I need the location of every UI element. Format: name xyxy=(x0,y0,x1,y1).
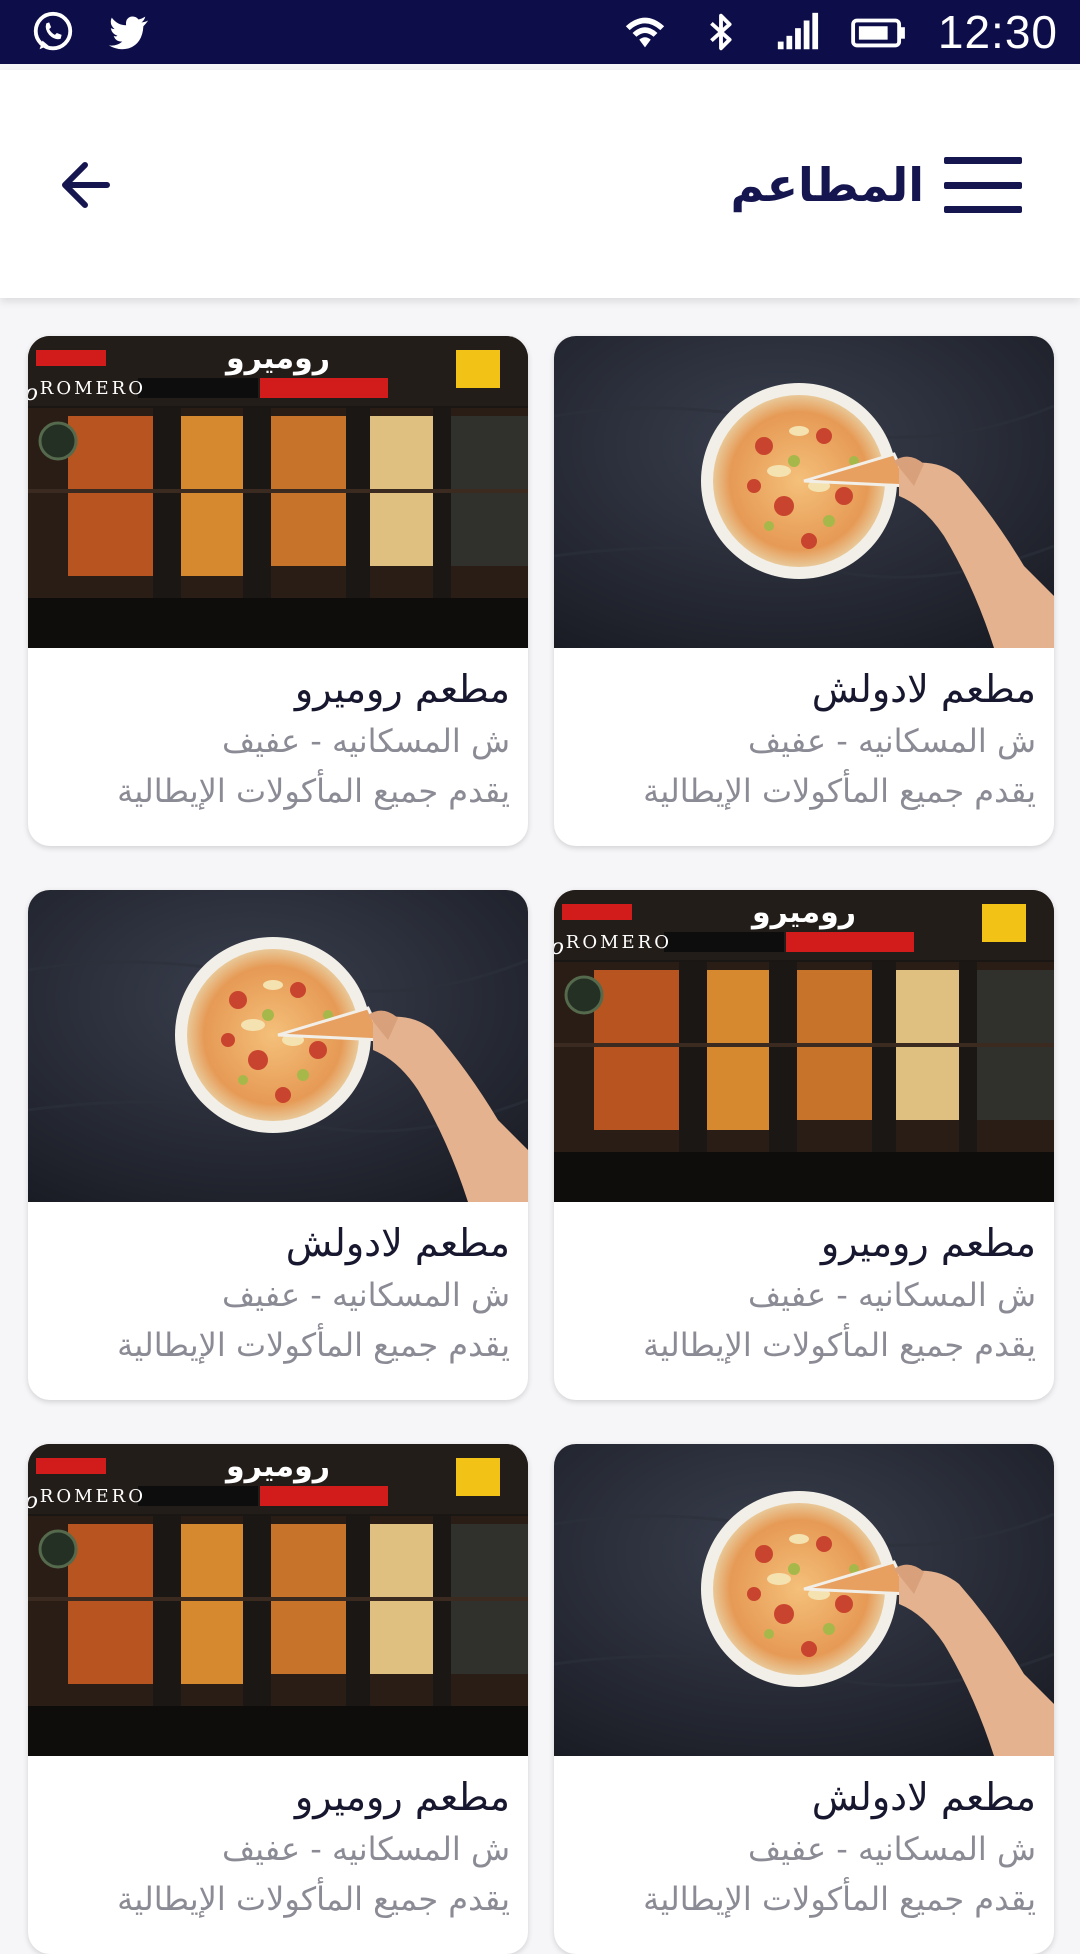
battery-icon xyxy=(851,18,905,48)
restaurant-image xyxy=(28,336,528,648)
restaurant-image xyxy=(28,890,528,1202)
arrow-left-icon xyxy=(62,162,110,208)
restaurant-name: مطعم روميرو xyxy=(294,1775,510,1819)
wifi-icon xyxy=(625,17,665,48)
restaurant-name: مطعم لادولش xyxy=(285,1221,510,1265)
restaurant-name: مطعم روميرو xyxy=(294,667,510,711)
restaurant-description: يقدم جميع المأكولات الإيطالية xyxy=(643,772,1036,810)
restaurant-address: ش المسكانيه - عفيف xyxy=(221,722,510,760)
restaurant-card[interactable]: مطعم روميرو ش المسكانيه - عفيف يقدم جميع… xyxy=(554,890,1054,1400)
status-right-icons: 12:30 xyxy=(622,5,1058,59)
restaurant-image xyxy=(554,336,1054,648)
restaurant-image xyxy=(554,890,1054,1202)
restaurant-name: مطعم لادولش xyxy=(811,667,1036,711)
restaurant-description: يقدم جميع المأكولات الإيطالية xyxy=(643,1326,1036,1364)
whatsapp-icon xyxy=(33,11,73,51)
restaurant-image xyxy=(28,1444,528,1756)
restaurant-card[interactable]: مطعم لادولش ش المسكانيه - عفيف يقدم جميع… xyxy=(554,336,1054,846)
restaurant-address: ش المسكانيه - عفيف xyxy=(747,1276,1036,1314)
bluetooth-icon xyxy=(710,13,732,51)
restaurant-card[interactable]: مطعم لادولش ش المسكانيه - عفيف يقدم جميع… xyxy=(554,1444,1054,1954)
restaurant-address: ش المسكانيه - عفيف xyxy=(747,1830,1036,1868)
restaurant-grid: مطعم لادولش ش المسكانيه - عفيف يقدم جميع… xyxy=(26,336,1054,1954)
hamburger-menu-icon[interactable] xyxy=(944,157,1022,213)
restaurant-card[interactable]: مطعم روميرو ش المسكانيه - عفيف يقدم جميع… xyxy=(28,336,528,846)
restaurant-description: يقدم جميع المأكولات الإيطالية xyxy=(117,772,510,810)
restaurant-card[interactable]: مطعم روميرو ش المسكانيه - عفيف يقدم جميع… xyxy=(28,1444,528,1954)
restaurant-address: ش المسكانيه - عفيف xyxy=(747,722,1036,760)
restaurant-name: مطعم روميرو xyxy=(820,1221,1036,1265)
restaurant-address: ش المسكانيه - عفيف xyxy=(221,1830,510,1868)
restaurant-description: يقدم جميع المأكولات الإيطالية xyxy=(117,1880,510,1918)
status-left-icons xyxy=(30,9,152,55)
title-group: المطاعم xyxy=(731,150,1022,220)
restaurant-image xyxy=(554,1444,1054,1756)
restaurant-card[interactable]: مطعم لادولش ش المسكانيه - عفيف يقدم جميع… xyxy=(28,890,528,1400)
restaurant-description: يقدم جميع المأكولات الإيطالية xyxy=(117,1326,510,1364)
back-button[interactable] xyxy=(50,150,120,220)
restaurant-address: ش المسكانيه - عفيف xyxy=(221,1276,510,1314)
status-bar: 12:30 xyxy=(0,0,1080,64)
app-bar: المطاعم xyxy=(0,70,1080,298)
page-title: المطاعم xyxy=(730,158,924,212)
signal-icon xyxy=(777,12,818,50)
twitter-icon xyxy=(108,16,149,50)
restaurant-description: يقدم جميع المأكولات الإيطالية xyxy=(643,1880,1036,1918)
restaurant-name: مطعم لادولش xyxy=(811,1775,1036,1819)
status-time: 12:30 xyxy=(937,6,1058,58)
